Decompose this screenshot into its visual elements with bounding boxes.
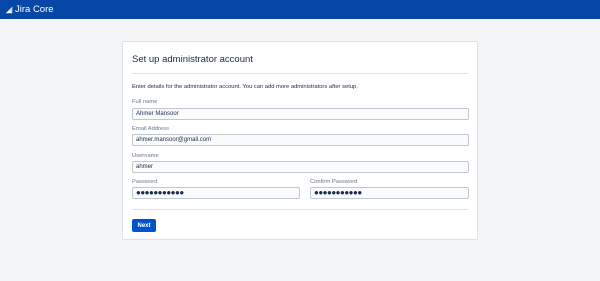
password-label: Password — [132, 179, 158, 185]
form-description: Enter details for the administrator acco… — [132, 84, 358, 90]
app-name: Jira Core — [15, 4, 54, 15]
app-logo[interactable]: Jira Core — [5, 4, 54, 15]
full-name-label: Full name — [132, 99, 158, 105]
title-divider — [132, 73, 468, 74]
setup-admin-card: Set up administrator account Enter detai… — [122, 41, 478, 240]
footer-divider — [132, 209, 468, 210]
confirm-password-label: Confirm Password — [310, 179, 358, 185]
next-button[interactable]: Next — [132, 219, 156, 232]
full-name-input[interactable]: Ahmer Mansoor — [132, 108, 469, 120]
password-input[interactable]: ●●●●●●●●●●● — [132, 187, 300, 199]
jira-logo-icon — [5, 6, 13, 13]
confirm-password-input[interactable]: ●●●●●●●●●●● — [310, 187, 469, 199]
username-input[interactable]: ahmer — [132, 161, 469, 173]
top-navigation-bar: Jira Core — [0, 0, 600, 19]
page-title: Set up administrator account — [132, 54, 253, 65]
email-input[interactable]: ahmer.mansoor@gmail.com — [132, 134, 469, 146]
username-label: Username — [132, 153, 159, 159]
email-label: Email Address — [132, 126, 170, 132]
